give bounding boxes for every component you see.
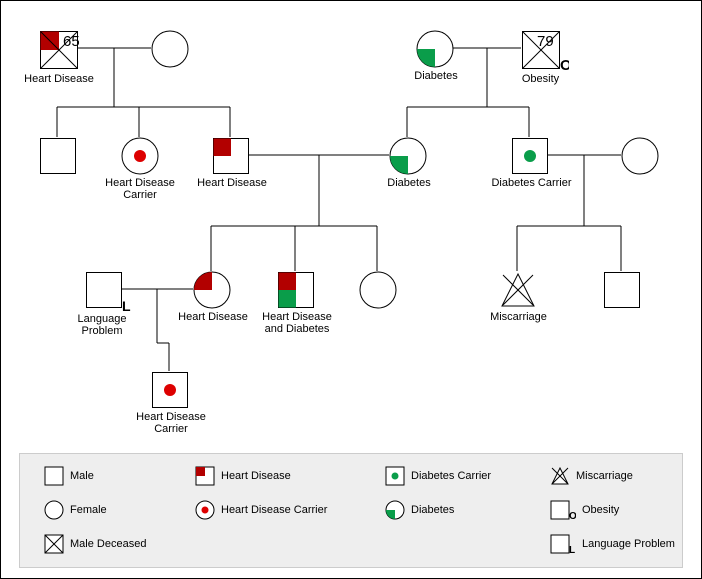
legend-diabetes: Diabetes <box>385 500 454 520</box>
legend-miscarriage: Miscarriage <box>550 466 633 486</box>
label-j4: Diabetes <box>374 177 444 189</box>
label-k1: Language Problem <box>71 313 133 337</box>
legend-panel: Male Female Male Deceased Heart Disease … <box>19 453 683 568</box>
label-i4: Obesity <box>513 73 568 85</box>
pedigree-canvas: 65 Heart Disease Diabetes 79 O Obesity He… <box>0 0 702 579</box>
person-j2 <box>121 137 159 178</box>
legend-male-deceased: Male Deceased <box>44 534 146 554</box>
person-j4 <box>389 137 427 178</box>
svg-text:O: O <box>560 57 569 70</box>
legend-male: Male <box>44 466 94 486</box>
person-i1: 65 <box>39 30 79 73</box>
label-j3: Heart Disease <box>192 177 272 189</box>
person-m1 <box>151 371 189 412</box>
label-j5: Diabetes Carrier <box>484 177 579 189</box>
person-j6 <box>621 137 659 178</box>
legend-diabetes-carrier: Diabetes Carrier <box>385 466 491 486</box>
label-k3: Heart Disease and Diabetes <box>255 311 339 335</box>
person-k6 <box>603 271 641 312</box>
label-m1: Heart Disease Carrier <box>129 411 213 435</box>
svg-text:L: L <box>569 545 575 554</box>
person-k2 <box>193 271 231 312</box>
person-k5 <box>499 271 537 312</box>
person-j3 <box>212 137 250 178</box>
label-k2: Heart Disease <box>173 311 253 323</box>
age-text: 65 <box>63 33 79 50</box>
label-i1: Heart Disease <box>19 73 99 85</box>
legend-language-problem: LLanguage Problem <box>550 534 675 554</box>
svg-text:O: O <box>569 511 576 520</box>
legend-female: Female <box>44 500 107 520</box>
label-k5: Miscarriage <box>481 311 556 323</box>
pedigree-connectors <box>1 1 701 456</box>
legend-obesity: OObesity <box>550 500 619 520</box>
legend-heart-disease-carrier: Heart Disease Carrier <box>195 500 327 520</box>
person-j5 <box>511 137 549 178</box>
person-i4: 79 O <box>521 30 569 73</box>
person-j1 <box>39 137 77 178</box>
person-i3 <box>416 30 454 71</box>
age-text: 79 <box>537 33 554 50</box>
label-j2: Heart Disease Carrier <box>99 177 181 201</box>
svg-text:L: L <box>122 298 131 311</box>
person-k4 <box>359 271 397 312</box>
person-k1: L <box>85 271 131 314</box>
label-i3: Diabetes <box>401 70 471 82</box>
legend-heart-disease: Heart Disease <box>195 466 291 486</box>
person-k3 <box>277 271 315 312</box>
person-i2 <box>151 30 189 71</box>
